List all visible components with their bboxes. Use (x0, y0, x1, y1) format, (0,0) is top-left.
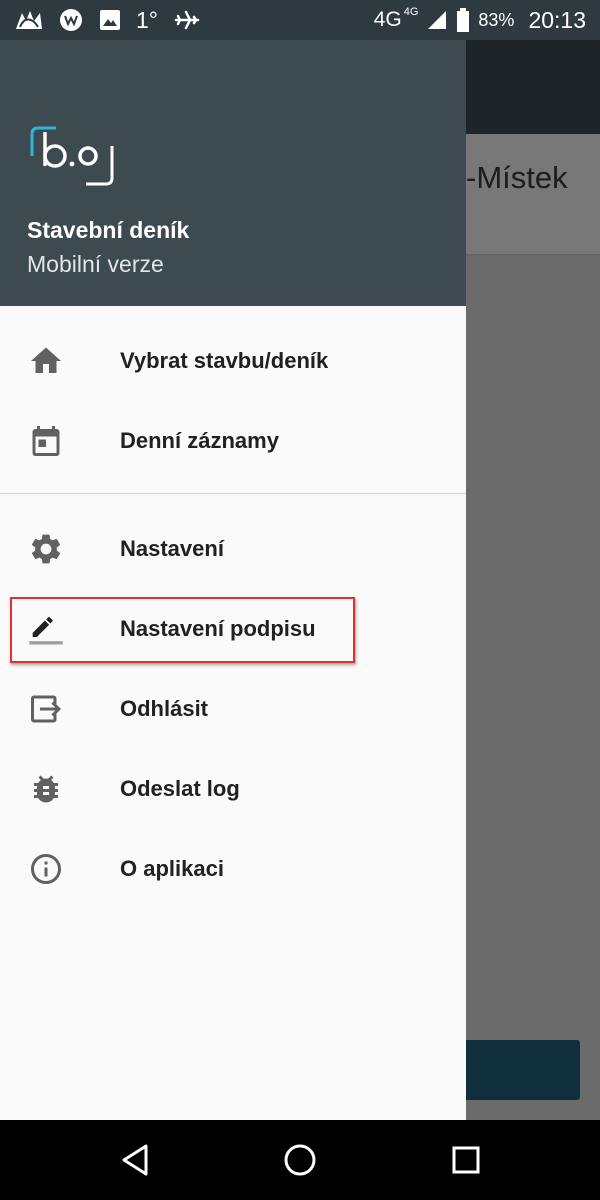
menu-item-select-project[interactable]: Vybrat stavbu/deník (0, 321, 466, 401)
menu-item-label: Denní záznamy (120, 428, 279, 453)
menu-item-label: Nastavení podpisu (120, 616, 316, 641)
menu-item-settings[interactable]: Nastavení (0, 509, 466, 589)
pencil-icon (29, 617, 63, 645)
app-subtitle: Mobilní verze (27, 251, 164, 277)
app-notification-icon (16, 11, 42, 29)
network-type-small-text: 4G (403, 6, 419, 18)
menu-item-daily-records[interactable]: Denní záznamy (0, 401, 466, 481)
signal-icon (428, 11, 447, 29)
menu-item-label: Odhlásit (120, 696, 209, 721)
menu-divider (0, 493, 466, 494)
home-icon (31, 347, 61, 373)
weather-app-icon (60, 9, 82, 31)
app-logo (30, 126, 114, 186)
recent-apps-icon[interactable] (446, 1140, 486, 1180)
drawer-header: Stavební deník Mobilní verze (0, 40, 466, 306)
menu-item-label: Nastavení (120, 536, 224, 561)
calendar-icon (32, 426, 60, 456)
temperature-text: 1° (136, 6, 158, 33)
background-toolbar (466, 40, 600, 134)
clock: 20:13 (528, 6, 586, 33)
menu-item-signature-settings[interactable]: Nastavení podpisu (0, 589, 466, 669)
background-content (466, 256, 600, 1120)
background-page-title: -Místek (466, 160, 568, 195)
home-button-icon[interactable] (280, 1140, 320, 1180)
status-bar: 1° 4G 4G 83% 20:13 (0, 0, 600, 40)
back-icon[interactable] (116, 1140, 156, 1180)
battery-percent: 83% (478, 9, 515, 30)
battery-icon (457, 8, 470, 32)
app-title: Stavební deník (27, 217, 190, 243)
menu-item-send-log[interactable]: Odeslat log (0, 749, 466, 829)
airplane-icon (174, 10, 200, 30)
menu-item-label: Vybrat stavbu/deník (120, 348, 329, 373)
gear-icon (31, 534, 61, 564)
navigation-drawer: Stavební deník Mobilní verze Vybrat stav… (0, 40, 466, 1120)
logout-icon (31, 695, 61, 723)
menu-item-logout[interactable]: Odhlásit (0, 669, 466, 749)
bug-icon (34, 775, 58, 803)
image-icon (100, 10, 120, 30)
system-navigation-bar (0, 1120, 600, 1200)
menu-item-label: O aplikaci (120, 856, 224, 881)
network-type-text: 4G (373, 8, 402, 31)
background-action-button (466, 1040, 580, 1100)
menu-item-label: Odeslat log (120, 776, 240, 801)
info-icon (31, 854, 61, 884)
menu-item-about[interactable]: O aplikaci (0, 829, 466, 909)
